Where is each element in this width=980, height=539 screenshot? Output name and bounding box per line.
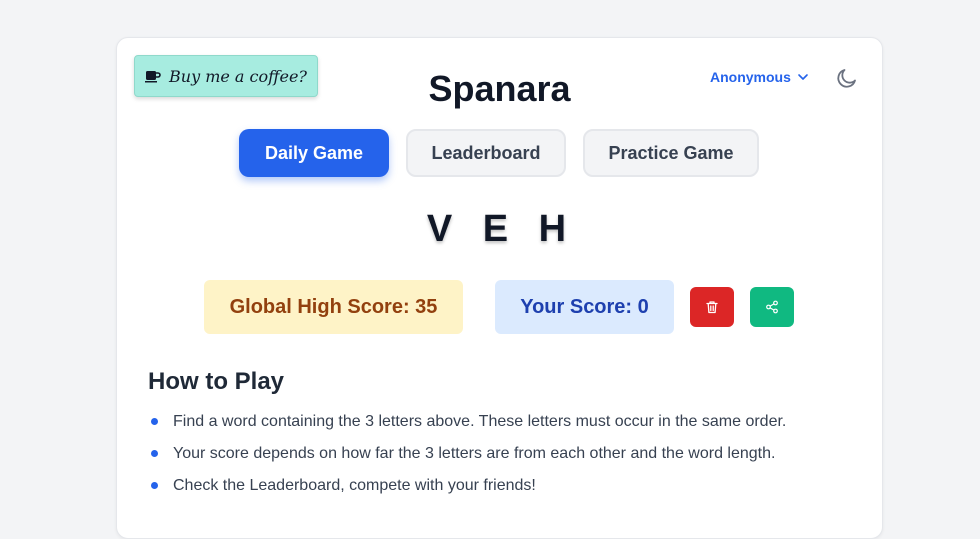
share-button[interactable]	[750, 287, 794, 327]
tab-practice-game[interactable]: Practice Game	[583, 129, 759, 177]
bullet-icon	[151, 450, 158, 457]
rule-text: Find a word containing the 3 letters abo…	[173, 413, 787, 430]
your-score: Your Score: 0	[495, 280, 674, 334]
list-item: Your score depends on how far the 3 lett…	[148, 444, 786, 476]
chevron-down-icon	[798, 74, 808, 80]
tab-daily-game[interactable]: Daily Game	[239, 129, 389, 177]
delete-button[interactable]	[690, 287, 734, 327]
game-tabs: Daily Game Leaderboard Practice Game	[239, 129, 759, 177]
score-bar: Global High Score: 35 Your Score: 0	[117, 280, 882, 334]
rules-list: Find a word containing the 3 letters abo…	[148, 412, 786, 508]
how-to-play-heading: How to Play	[148, 368, 285, 395]
tab-leaderboard[interactable]: Leaderboard	[406, 129, 566, 177]
puzzle-letters: V E H	[426, 208, 573, 250]
bullet-icon	[151, 418, 158, 425]
main-card: Buy me a coffee? Spanara Anonymous Daily…	[116, 37, 883, 539]
bullet-icon	[151, 482, 158, 489]
rule-text: Your score depends on how far the 3 lett…	[173, 445, 776, 462]
moon-icon[interactable]	[835, 66, 859, 90]
trash-icon	[706, 301, 718, 314]
share-icon	[766, 300, 778, 314]
user-menu[interactable]: Anonymous	[710, 69, 809, 85]
list-item: Find a word containing the 3 letters abo…	[148, 412, 786, 444]
user-name: Anonymous	[710, 69, 791, 85]
rule-text: Check the Leaderboard, compete with your…	[173, 477, 536, 494]
list-item: Check the Leaderboard, compete with your…	[148, 476, 786, 508]
global-high-score: Global High Score: 35	[204, 280, 463, 334]
